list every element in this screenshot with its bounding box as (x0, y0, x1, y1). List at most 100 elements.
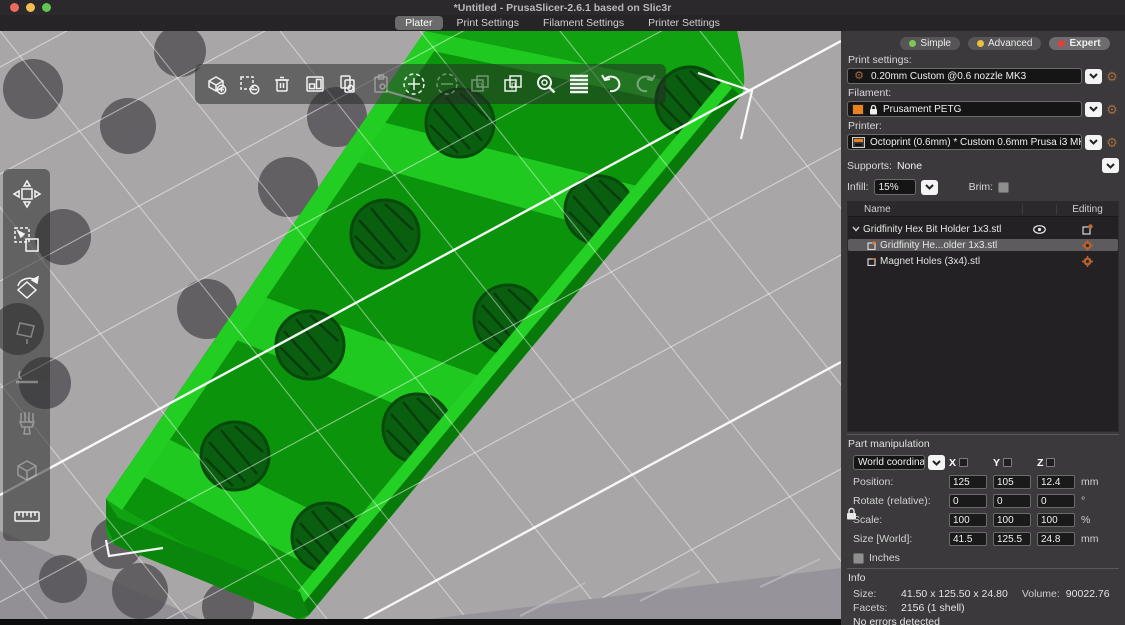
part-manipulation-title: Part manipulation (848, 438, 930, 450)
uniform-scale-lock-icon[interactable] (846, 507, 857, 520)
paint-brush-icon (18, 412, 35, 435)
rotate-y-input[interactable] (993, 494, 1031, 508)
tab-plater[interactable]: Plater (395, 16, 443, 30)
supports-dropdown-button[interactable] (1102, 158, 1119, 173)
place-on-face-tool-button[interactable] (8, 313, 46, 351)
redo-button[interactable] (630, 67, 660, 101)
brim-checkbox[interactable] (998, 181, 1010, 193)
scale-tool-button[interactable] (8, 221, 46, 259)
expand-chevron-icon[interactable] (852, 226, 860, 232)
mode-expert-button[interactable]: Expert (1049, 37, 1110, 50)
add-part-icon (867, 241, 876, 250)
size-x-input[interactable] (949, 532, 987, 546)
add-button[interactable] (201, 67, 231, 101)
edit-filament-gear-icon[interactable]: ⚙ (1105, 103, 1119, 116)
undo-icon (601, 74, 621, 93)
delete-all-button[interactable] (267, 67, 297, 101)
supports-value: None (896, 159, 923, 172)
3d-viewport[interactable]: o p (0, 0, 1125, 625)
chevron-down-icon (1089, 139, 1098, 145)
variable-layer-height-button[interactable] (564, 67, 594, 101)
scale-x-input[interactable] (949, 513, 987, 527)
tab-print-settings[interactable]: Print Settings (447, 16, 529, 30)
part-settings-gear-icon[interactable] (1081, 239, 1093, 251)
infill-select[interactable]: 15% (873, 179, 916, 195)
object-row[interactable]: Gridfinity Hex Bit Holder 1x3.stl (848, 223, 1118, 235)
svg-text:p: p (511, 80, 516, 90)
size-z-input[interactable] (1037, 532, 1075, 546)
rotate-z-input[interactable] (1037, 494, 1075, 508)
editing-column-header: Editing (1056, 203, 1118, 215)
scale-z-input[interactable] (1037, 513, 1075, 527)
tab-filament-settings[interactable]: Filament Settings (533, 16, 634, 30)
rotate-tool-button[interactable] (8, 267, 46, 305)
mirror-y-button[interactable] (1003, 458, 1013, 467)
arrange-button[interactable] (300, 67, 330, 101)
filament-dropdown-button[interactable] (1085, 101, 1102, 117)
remove-instance-icon (436, 73, 458, 95)
undo-button[interactable] (597, 67, 627, 101)
add-instance-button[interactable] (399, 67, 429, 101)
right-sidebar: Simple Advanced Expert Print settings: ⚙… (841, 31, 1125, 625)
edit-print-settings-gear-icon[interactable]: ⚙ (1105, 70, 1119, 83)
facets-label: Facets: (853, 602, 888, 614)
expert-dot-icon (1058, 40, 1066, 47)
delete-button[interactable] (234, 67, 264, 101)
mode-selector: Simple Advanced Expert (891, 37, 1119, 50)
measure-tool-button[interactable] (8, 497, 46, 535)
mode-simple-button[interactable]: Simple (900, 37, 960, 50)
part-settings-gear-icon[interactable] (1081, 255, 1093, 267)
top-toolbar: o p (195, 64, 666, 104)
mirror-z-button[interactable] (1046, 458, 1056, 467)
paint-supports-tool-button[interactable] (8, 405, 46, 443)
part-manipulation-section: Part manipulation World coordinates X Y … (847, 434, 1119, 564)
search-button[interactable] (531, 67, 561, 101)
print-settings-select[interactable]: ⚙ 0.20mm Custom @0.6 nozzle MK3 (847, 68, 1082, 84)
printer-dropdown-button[interactable] (1085, 134, 1102, 150)
size-info-label: Size: (853, 588, 877, 600)
seam-cube-icon (16, 460, 37, 481)
mode-advanced-button[interactable]: Advanced (967, 37, 1042, 50)
size-info-value: 41.50 x 125.50 x 24.80 (901, 588, 1008, 600)
redo-icon (636, 74, 656, 93)
measure-ruler-icon (13, 511, 40, 522)
filament-select[interactable]: Prusament PETG (847, 101, 1082, 117)
seam-tool-button[interactable] (8, 451, 46, 489)
rotate-x-input[interactable] (949, 494, 987, 508)
coordinates-select[interactable]: World coordinates (853, 455, 925, 470)
coordinates-dropdown-button[interactable] (928, 455, 945, 470)
paste-button[interactable] (366, 67, 396, 101)
rotate-unit: ° (1081, 495, 1086, 507)
window-title: *Untitled - PrusaSlicer-2.6.1 based on S… (453, 1, 672, 14)
position-y-input[interactable] (993, 475, 1031, 489)
axis-z-label: Z (1037, 456, 1044, 469)
title-bar: *Untitled - PrusaSlicer-2.6.1 based on S… (0, 0, 1125, 15)
facets-value: 2156 (1 shell) (901, 602, 965, 614)
simple-dot-icon (909, 40, 917, 47)
eye-icon[interactable] (1032, 224, 1046, 234)
cut-tool-button[interactable] (8, 359, 46, 397)
printer-select[interactable]: Octoprint (0.6mm) * Custom 0.6mm Prusa i… (847, 134, 1082, 150)
position-label: Position: (853, 476, 894, 488)
copy-button[interactable] (333, 67, 363, 101)
split-to-objects-button[interactable]: o (465, 67, 495, 101)
add-instance-icon (403, 73, 425, 95)
edit-printer-gear-icon[interactable]: ⚙ (1105, 136, 1119, 149)
split-to-parts-button[interactable]: p (498, 67, 528, 101)
size-y-input[interactable] (993, 532, 1031, 546)
position-z-input[interactable] (1037, 475, 1075, 489)
object-settings-icon[interactable] (1081, 223, 1093, 235)
inches-checkbox[interactable] (853, 552, 864, 564)
part-row[interactable]: Magnet Holes (3x4).stl (848, 255, 1118, 267)
part-row-selected[interactable]: Gridfinity He...older 1x3.stl (848, 239, 1118, 251)
scale-y-input[interactable] (993, 513, 1031, 527)
move-tool-button[interactable] (8, 175, 46, 213)
tab-printer-settings[interactable]: Printer Settings (638, 16, 730, 30)
move-icon (12, 179, 41, 209)
mirror-x-button[interactable] (959, 458, 969, 467)
layers-icon (570, 74, 588, 94)
position-x-input[interactable] (949, 475, 987, 489)
infill-dropdown-button[interactable] (920, 179, 938, 195)
print-settings-dropdown-button[interactable] (1085, 68, 1102, 84)
remove-instance-button[interactable] (432, 67, 462, 101)
